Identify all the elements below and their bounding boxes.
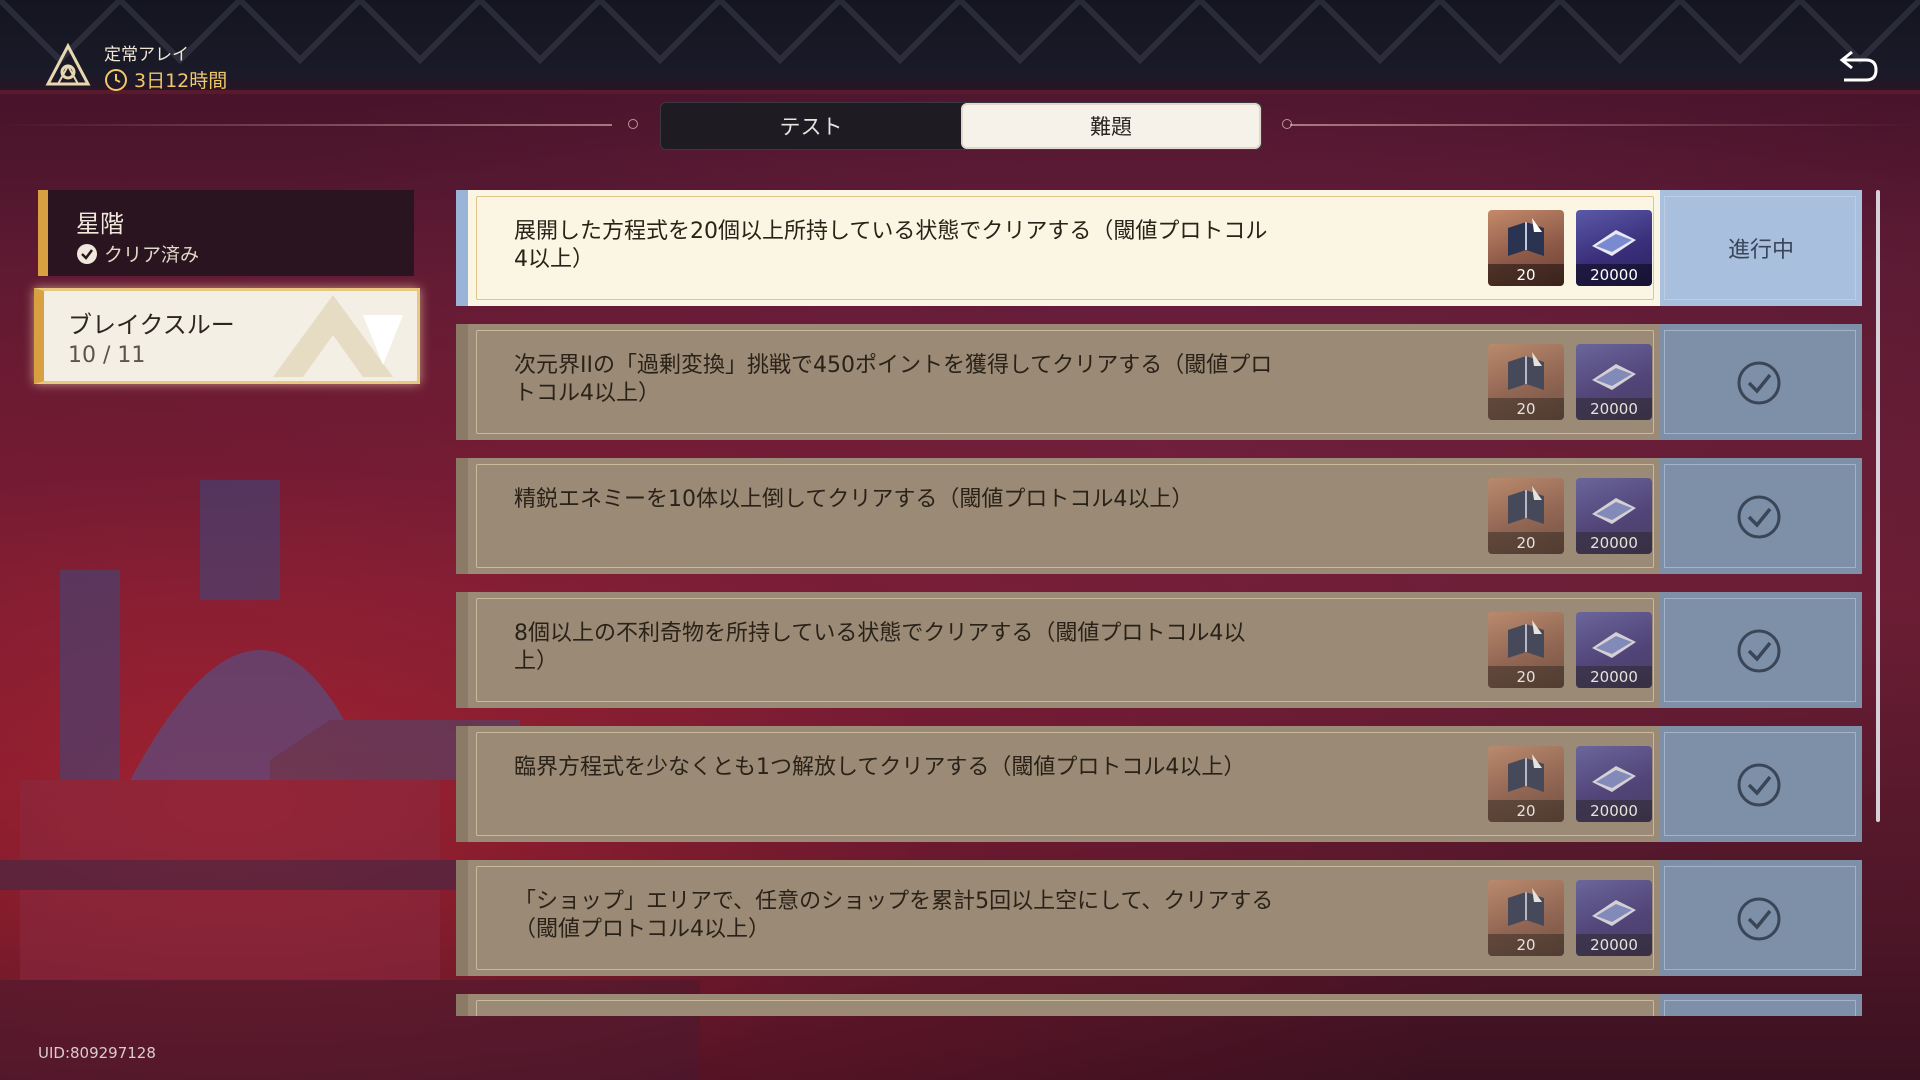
reward-chip-amount: 20000: [1576, 398, 1652, 420]
chip-icon: [1592, 230, 1636, 256]
chip-icon: [1592, 498, 1636, 524]
timer-text: 3日12時間: [134, 70, 228, 92]
quest-text: 次元界IIの「過剰変換」挑戦で450ポイントを獲得してクリアする（閾値プロトコル…: [514, 353, 1273, 406]
quest-row[interactable]: 「ショップ」エリアで、任意のショップを累計5回以上空にして、クリアする（閾値プロ…: [456, 860, 1862, 976]
reward-book-amount: 20: [1488, 398, 1564, 420]
quest-status-label: 進行中: [1727, 238, 1794, 263]
clock-icon: [105, 68, 127, 91]
reward-chip-amount: 20000: [1576, 800, 1652, 822]
reward-book[interactable]: 20: [1488, 210, 1564, 286]
reward-book[interactable]: 20: [1488, 478, 1564, 554]
star-tier-name: 星階: [76, 210, 124, 238]
quest-body: 展開した方程式を20個以上所持している状態でクリアする（閾値プロトコル4以上） …: [456, 190, 1660, 306]
tab-test[interactable]: テスト: [661, 103, 961, 149]
quest-body: 「ショップ」エリアで、任意のショップを累計5回以上空にして、クリアする（閾値プロ…: [456, 860, 1660, 976]
reward-chip-amount: 20000: [1576, 532, 1652, 554]
tab-challenge[interactable]: 難題: [961, 103, 1261, 149]
quest-row[interactable]: 展開した方程式を20個以上所持している状態でクリアする（閾値プロトコル4以上） …: [456, 190, 1862, 306]
triangle-emblem-icon: [45, 42, 91, 86]
book-icon: [1508, 754, 1544, 792]
quest-body: [456, 994, 1660, 1016]
top-bar-pattern: [0, 0, 1920, 65]
reward-book-amount: 20: [1488, 264, 1564, 286]
quest-status: 進行中: [1660, 190, 1862, 306]
chip-icon: [1592, 900, 1636, 926]
quest-status: [1660, 994, 1862, 1016]
card-breakthrough[interactable]: ブレイクスルー 10 / 11: [34, 288, 420, 384]
quest-body: 8個以上の不利奇物を所持している状態でクリアする（閾値プロトコル4以上） 20 …: [456, 592, 1660, 708]
breakthrough-name: ブレイクスルー: [68, 311, 235, 339]
chip-icon: [1592, 364, 1636, 390]
quest-status: [1660, 592, 1862, 708]
reward-chip[interactable]: 20000: [1576, 612, 1652, 688]
mode-title: 定常アレイ: [104, 45, 189, 65]
tab-bar: テスト 難題: [660, 102, 1262, 150]
quest-text: 8個以上の不利奇物を所持している状態でクリアする（閾値プロトコル4以上）: [514, 621, 1246, 674]
book-icon: [1508, 620, 1544, 658]
reward-chip-amount: 20000: [1576, 666, 1652, 688]
quest-status: [1660, 324, 1862, 440]
tab-dot-left: [628, 119, 638, 129]
top-bar-edge: [0, 90, 1920, 94]
book-icon: [1508, 352, 1544, 390]
reward-book[interactable]: 20: [1488, 880, 1564, 956]
star-tier-status: クリア済み: [76, 240, 199, 267]
chip-icon: [1592, 766, 1636, 792]
quest-row[interactable]: 臨界方程式を少なくとも1つ解放してクリアする（閾値プロトコル4以上） 20 20…: [456, 726, 1862, 842]
reward-chip[interactable]: 20000: [1576, 210, 1652, 286]
checkmark-icon: [1737, 763, 1781, 807]
quest-body: 次元界IIの「過剰変換」挑戦で450ポイントを獲得してクリアする（閾値プロトコル…: [456, 324, 1660, 440]
quest-text: 「ショップ」エリアで、任意のショップを累計5回以上空にして、クリアする（閾値プロ…: [514, 889, 1274, 942]
reward-book[interactable]: 20: [1488, 612, 1564, 688]
reward-chip[interactable]: 20000: [1576, 880, 1652, 956]
reward-book-amount: 20: [1488, 666, 1564, 688]
top-bar: [0, 0, 1920, 92]
uid-label: UID:809297128: [38, 1044, 156, 1062]
quest-text: 精鋭エネミーを10体以上倒してクリアする（閾値プロトコル4以上）: [514, 487, 1194, 512]
breakthrough-deco-icon: [273, 295, 403, 377]
quest-list-scrollbar[interactable]: [1876, 190, 1880, 822]
tab-divider-left: [0, 124, 612, 126]
book-icon: [1508, 218, 1544, 256]
reward-book-amount: 20: [1488, 800, 1564, 822]
quest-text: 展開した方程式を20個以上所持している状態でクリアする（閾値プロトコル4以上）: [514, 219, 1268, 272]
reward-book[interactable]: 20: [1488, 746, 1564, 822]
tab-divider-right: [1290, 124, 1920, 126]
quest-status: [1660, 726, 1862, 842]
quest-body: 臨界方程式を少なくとも1つ解放してクリアする（閾値プロトコル4以上） 20 20…: [456, 726, 1660, 842]
reward-chip-amount: 20000: [1576, 934, 1652, 956]
checkmark-circle-icon: [77, 243, 97, 264]
reward-book[interactable]: 20: [1488, 344, 1564, 420]
card-star-tier[interactable]: 星階 クリア済み: [38, 190, 414, 276]
quest-status: [1660, 458, 1862, 574]
quest-text: 臨界方程式を少なくとも1つ解放してクリアする（閾値プロトコル4以上）: [514, 755, 1246, 780]
reward-book-amount: 20: [1488, 934, 1564, 956]
reward-chip-amount: 20000: [1576, 264, 1652, 286]
breakthrough-progress: 10 / 11: [68, 343, 146, 368]
quest-body: 精鋭エネミーを10体以上倒してクリアする（閾値プロトコル4以上） 20 2000…: [456, 458, 1660, 574]
checkmark-icon: [1737, 495, 1781, 539]
checkmark-icon: [1737, 629, 1781, 673]
checkmark-icon: [1737, 361, 1781, 405]
tab-dot-right: [1282, 119, 1292, 129]
book-icon: [1508, 486, 1544, 524]
quest-row-partial[interactable]: [456, 994, 1862, 1016]
quest-status: [1660, 860, 1862, 976]
quest-row[interactable]: 精鋭エネミーを10体以上倒してクリアする（閾値プロトコル4以上） 20 2000…: [456, 458, 1862, 574]
reward-book-amount: 20: [1488, 532, 1564, 554]
quest-row[interactable]: 次元界IIの「過剰変換」挑戦で450ポイントを獲得してクリアする（閾値プロトコル…: [456, 324, 1862, 440]
back-arrow-icon[interactable]: [1836, 44, 1882, 84]
remaining-time: 3日12時間: [104, 66, 227, 93]
reward-chip[interactable]: 20000: [1576, 746, 1652, 822]
reward-chip[interactable]: 20000: [1576, 478, 1652, 554]
chip-icon: [1592, 632, 1636, 658]
quest-row[interactable]: 8個以上の不利奇物を所持している状態でクリアする（閾値プロトコル4以上） 20 …: [456, 592, 1862, 708]
star-tier-status-text: クリア済み: [104, 244, 200, 266]
checkmark-icon: [1737, 897, 1781, 941]
quest-list: 展開した方程式を20個以上所持している状態でクリアする（閾値プロトコル4以上） …: [456, 190, 1862, 1016]
reward-chip[interactable]: 20000: [1576, 344, 1652, 420]
book-icon: [1508, 888, 1544, 926]
